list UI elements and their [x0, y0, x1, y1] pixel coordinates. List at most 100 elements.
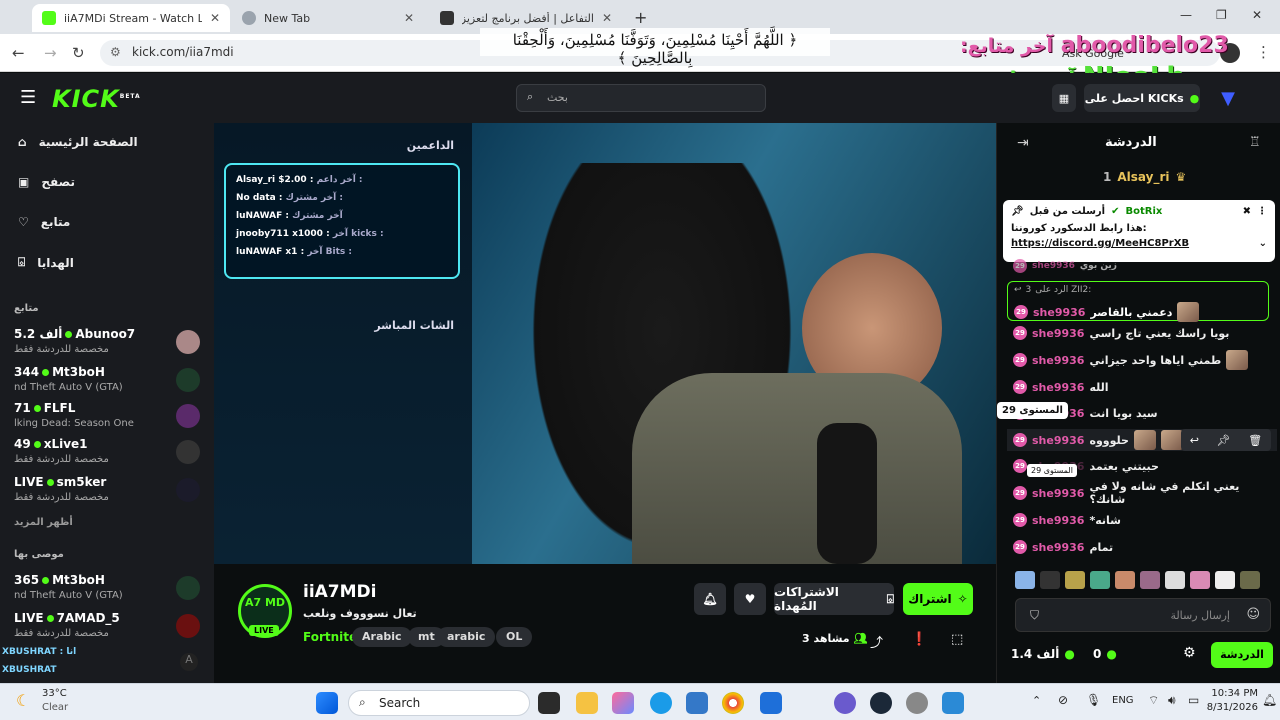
forward-icon[interactable]: → — [44, 44, 57, 62]
follow-button[interactable]: ♥ — [734, 583, 766, 615]
sidebar-item-browse[interactable]: ▣ تصفح — [18, 175, 75, 189]
microphone-icon[interactable]: 🎙︎ — [1086, 693, 1101, 707]
emote-icon[interactable] — [1040, 571, 1060, 589]
emoji-icon[interactable]: ☺ — [1246, 607, 1260, 622]
emote-icon[interactable] — [1240, 571, 1260, 589]
chrome-icon[interactable] — [722, 692, 744, 714]
file-explorer-icon[interactable] — [576, 692, 598, 714]
emote-icon[interactable] — [1090, 571, 1110, 589]
back-icon[interactable]: ← — [12, 44, 25, 62]
reload-icon[interactable]: ↻ — [72, 44, 85, 62]
maximize-icon[interactable]: ❐ — [1216, 8, 1227, 22]
category-link[interactable]: Fortnite — [303, 630, 357, 644]
menu-dots-icon[interactable]: ⋮ — [1256, 43, 1271, 61]
clip-icon[interactable]: ⬚ — [951, 632, 963, 647]
channel-name[interactable]: iiA7MDi — [303, 582, 377, 602]
chevron-down-icon[interactable]: ⌄ — [1259, 238, 1267, 249]
more-options-icon[interactable]: ⋮ — [1257, 206, 1267, 217]
notifications-icon[interactable]: 🔔︎ — [1262, 693, 1277, 707]
close-tab-icon[interactable]: ✕ — [602, 11, 612, 25]
channel-item[interactable]: LIVE 7AMAD_5 مخصصة للدردشة فقط — [14, 609, 204, 643]
copilot-icon[interactable] — [612, 692, 634, 714]
emote-icon[interactable] — [1140, 571, 1160, 589]
close-tab-icon[interactable]: ✕ — [404, 11, 414, 25]
delete-icon[interactable]: 🗑︎ — [1248, 434, 1262, 447]
chat-username[interactable]: she9936 — [1032, 261, 1075, 271]
emote-icon[interactable] — [1215, 571, 1235, 589]
language-indicator[interactable]: ENG — [1112, 695, 1134, 706]
discord-icon[interactable] — [834, 692, 856, 714]
emote-icon[interactable] — [1165, 571, 1185, 589]
emote-icon[interactable] — [1015, 571, 1035, 589]
get-kicks-button[interactable]: احصل على KICKs ● — [1084, 84, 1200, 112]
gear-icon[interactable]: ⚙ — [1183, 645, 1196, 661]
taskbar-search[interactable]: ⌕ Search — [348, 690, 530, 716]
channel-item[interactable]: 71 FLFL lking Dead: Season One — [14, 399, 204, 433]
tag-chip[interactable]: Arabic — [352, 627, 412, 647]
channel-points[interactable]: 1.4 ألف ● — [1011, 647, 1075, 661]
user-avatar-icon[interactable]: ▼ — [1214, 84, 1242, 112]
taskbar-date[interactable]: 8/31/2026 — [1206, 702, 1258, 713]
reply-icon[interactable]: ↩ — [1190, 434, 1199, 447]
store-icon[interactable] — [686, 692, 708, 714]
show-more-link[interactable]: أظهر المزيد — [14, 517, 73, 528]
battery-icon[interactable]: ▭ — [1188, 693, 1199, 707]
volume-icon[interactable]: 🔊︎ — [1168, 693, 1176, 708]
app-icon[interactable] — [942, 692, 964, 714]
search-input[interactable]: ⌕ بحث — [516, 84, 766, 112]
gift-subs-button[interactable]: الاشتراكات المُهداة ⌺ — [774, 583, 894, 615]
chat-username[interactable]: she9936 — [1032, 354, 1084, 367]
emote-icon[interactable] — [1115, 571, 1135, 589]
tab-kick-stream[interactable]: iiA7MDi Stream - Watch Live o ✕ — [32, 4, 230, 32]
tag-chip[interactable]: OL — [496, 627, 533, 647]
sidebar-item-following[interactable]: ♡ متابع — [18, 215, 70, 229]
video-player[interactable]: الداعمين Alsay_ri $2.00 : آخر داعم : No … — [214, 123, 996, 564]
channel-item[interactable]: 344 Mt3boH nd Theft Auto V (GTA) — [14, 363, 204, 397]
outlook-icon[interactable] — [760, 692, 782, 714]
chat-input[interactable]: ⛉ إرسال رسالة ☺ — [1015, 598, 1271, 632]
channel-item[interactable]: 5.2 ألف Abunoo7 مخصصة للدردشة فقط — [14, 325, 204, 359]
unpin-icon[interactable]: ✖ — [1243, 206, 1251, 217]
close-tab-icon[interactable]: ✕ — [210, 11, 220, 25]
tag-chip[interactable]: arabic — [437, 627, 496, 647]
leaderboard-icon[interactable]: ♖ — [1249, 135, 1261, 150]
collapse-chat-icon[interactable]: ⇥ — [1017, 135, 1029, 151]
close-window-icon[interactable]: ✕ — [1252, 8, 1262, 22]
apps-grid-icon[interactable]: ▦ — [1052, 84, 1076, 112]
subscribe-button[interactable]: اشتراك ✧ — [903, 583, 973, 615]
steam-icon[interactable] — [870, 692, 892, 714]
emote-icon[interactable] — [1190, 571, 1210, 589]
chat-username[interactable]: she9936 — [1032, 327, 1084, 340]
task-view-icon[interactable] — [538, 692, 560, 714]
taskbar-time[interactable]: 10:34 PM — [1206, 688, 1258, 699]
kick-logo[interactable]: KICKBETA — [52, 85, 141, 113]
report-icon[interactable]: ❗ — [911, 632, 927, 647]
chat-username[interactable]: she9936 — [1032, 514, 1084, 527]
wifi-icon[interactable]: ⌔ — [1148, 693, 1159, 708]
channel-item[interactable]: LIVE sm5ker مخصصة للدردشة فقط — [14, 473, 204, 507]
chat-username[interactable]: she9936 — [1032, 487, 1084, 500]
chat-send-button[interactable]: الدردشة — [1211, 642, 1273, 668]
hamburger-menu-icon[interactable]: ☰ — [20, 87, 36, 108]
weather-icon[interactable]: ☾ — [16, 691, 30, 710]
kicks-balance[interactable]: 0 ● — [1093, 647, 1117, 661]
channel-item[interactable]: 365 Mt3boH nd Theft Auto V (GTA) — [14, 571, 204, 605]
pinned-link[interactable]: https://discord.gg/MeeHC8PrXB — [1011, 238, 1189, 249]
site-info-icon[interactable]: ⚙ — [110, 45, 121, 59]
new-tab-button[interactable]: + — [634, 8, 647, 27]
chat-username[interactable]: she9936 — [1032, 381, 1084, 394]
notification-bell-button[interactable]: 🔔︎ — [694, 583, 726, 615]
channel-item[interactable]: 49 xLive1 مخصصة للدردشة فقط — [14, 435, 204, 469]
sidebar-item-gifts[interactable]: ⌺ الهدايا — [18, 255, 74, 270]
pinned-message[interactable]: 📌︎ أرسلت من قبل ✔ BotRix ✖ ⋮ هذا رابط ال… — [1003, 200, 1275, 262]
edge-icon[interactable] — [650, 692, 672, 714]
minimize-icon[interactable]: — — [1180, 8, 1192, 22]
chat-username[interactable]: she9936 — [1033, 306, 1085, 319]
emote-icon[interactable] — [1065, 571, 1085, 589]
chat-username[interactable]: she9936 — [1032, 541, 1084, 554]
network-off-icon[interactable]: ⊘ — [1058, 693, 1068, 707]
tab-new-tab[interactable]: New Tab ✕ — [232, 4, 424, 32]
chevron-up-icon[interactable]: ⌃ — [1032, 694, 1041, 707]
sidebar-item-home[interactable]: ⌂ الصفحة الرئيسية — [18, 135, 138, 149]
start-icon[interactable] — [316, 692, 338, 714]
